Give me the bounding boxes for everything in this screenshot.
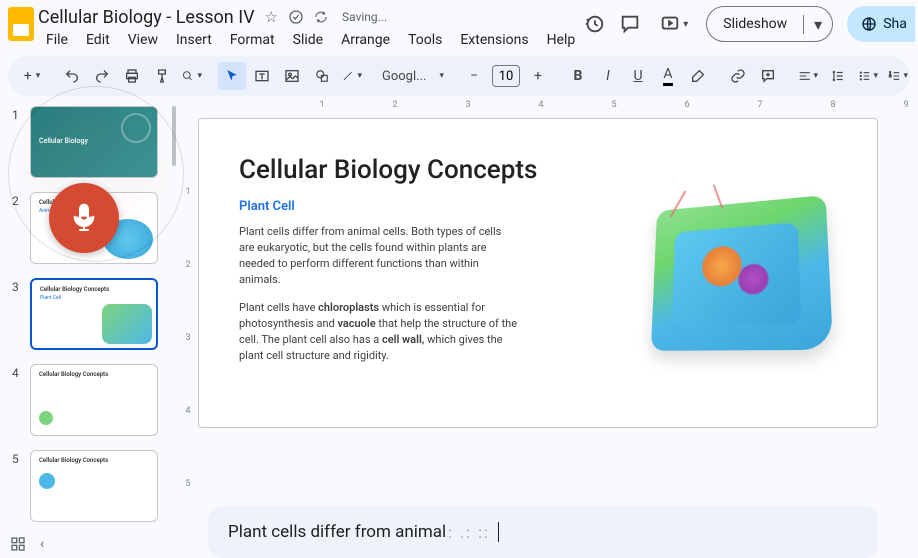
ruler-vertical: 1 2 3 4 5 [178, 96, 198, 558]
redo-button[interactable] [88, 62, 116, 90]
font-size-input[interactable] [492, 65, 520, 87]
text-color-button[interactable]: A [654, 62, 682, 90]
svg-text:2: 2 [889, 73, 892, 78]
menu-help[interactable]: Help [539, 30, 584, 50]
paint-format-button[interactable] [148, 62, 176, 90]
link-button[interactable] [724, 62, 752, 90]
undo-button[interactable] [58, 62, 86, 90]
voice-input-button[interactable] [49, 183, 119, 253]
align-button[interactable]: ▾ [794, 62, 822, 90]
line-spacing-button[interactable] [824, 62, 852, 90]
slide-paragraph-2[interactable]: Plant cells have chloroplasts which is e… [239, 300, 519, 364]
menu-tools[interactable]: Tools [400, 30, 450, 50]
zoom-button[interactable]: ▾ [178, 62, 206, 90]
slideshow-button: Slideshow ▾ [706, 6, 833, 42]
new-slide-button[interactable]: +▾ [18, 62, 46, 90]
font-family-select[interactable]: Googl...▾ [378, 62, 448, 90]
toolbar: +▾ ▾ ▾ Googl...▾ − + B I U A ▾ ▾ 12▾ ⋮ [8, 56, 910, 96]
menu-format[interactable]: Format [222, 30, 283, 50]
thumb-number: 2 [12, 192, 22, 208]
slide-thumb-3[interactable]: Cellular Biology ConceptsPlant Cell [30, 278, 158, 350]
save-status: Saving... [342, 10, 387, 24]
thumb-number: 1 [12, 106, 22, 122]
canvas-area[interactable]: Cellular Biology Concepts Plant Cell Pla… [198, 114, 910, 496]
font-size-increase[interactable]: + [524, 62, 552, 90]
share-button[interactable]: Sha [847, 6, 915, 42]
select-tool[interactable] [218, 62, 246, 90]
slide-thumb-5[interactable]: Cellular Biology Concepts [30, 450, 158, 522]
bulleted-list-button[interactable]: ▾ [854, 62, 882, 90]
more-tools-button[interactable]: ⋮ [914, 62, 918, 90]
title-area: Cellular Biology - Lesson IV ☆ Saving...… [38, 6, 583, 50]
grid-view-icon[interactable] [10, 536, 26, 552]
bottom-bar: ‹ [10, 536, 44, 552]
plant-cell-image[interactable] [637, 179, 847, 379]
line-tool[interactable]: ▾ [338, 62, 366, 90]
thumb-number: 3 [12, 278, 22, 294]
caption-pending: : .: :: [448, 523, 490, 542]
caption-cursor [498, 522, 499, 542]
textbox-tool[interactable] [248, 62, 276, 90]
add-comment-button[interactable] [754, 62, 782, 90]
image-tool[interactable] [278, 62, 306, 90]
menu-bar: File Edit View Insert Format Slide Arran… [38, 30, 583, 50]
menu-edit[interactable]: Edit [78, 30, 118, 50]
thumb-number: 4 [12, 364, 22, 380]
print-button[interactable] [118, 62, 146, 90]
menu-insert[interactable]: Insert [168, 30, 220, 50]
shape-tool[interactable] [308, 62, 336, 90]
numbered-list-button[interactable]: 12▾ [884, 62, 912, 90]
menu-slide[interactable]: Slide [285, 30, 331, 50]
caption-text: Plant cells differ from animal [228, 522, 446, 542]
highlight-button[interactable] [684, 62, 712, 90]
document-title[interactable]: Cellular Biology - Lesson IV [38, 7, 255, 28]
share-label: Sha [883, 16, 907, 32]
menu-view[interactable]: View [120, 30, 166, 50]
app-logo[interactable] [8, 6, 34, 42]
microphone-icon [68, 202, 100, 234]
present-icon[interactable]: ▾ [655, 13, 692, 35]
star-icon[interactable]: ☆ [265, 8, 278, 26]
slide-panel: 1 Cellular Biology 2 Cellular Biology Co… [0, 96, 178, 558]
menu-extensions[interactable]: Extensions [452, 30, 536, 50]
font-size-decrease[interactable]: − [460, 62, 488, 90]
slide-paragraph-1[interactable]: Plant cells differ from animal cells. Bo… [239, 224, 519, 288]
bold-button[interactable]: B [564, 62, 592, 90]
menu-file[interactable]: File [38, 30, 76, 50]
italic-button[interactable]: I [594, 62, 622, 90]
history-icon[interactable] [583, 13, 605, 35]
thumb-number: 5 [12, 450, 22, 466]
slide-thumb-4[interactable]: Cellular Biology Concepts [30, 364, 158, 436]
caption-bar[interactable]: Plant cells differ from animal : .: :: [208, 506, 878, 558]
cloud-status-icon[interactable] [314, 10, 328, 24]
menu-arrange[interactable]: Arrange [333, 30, 398, 50]
move-icon[interactable] [288, 9, 304, 25]
canvas-wrap: 1 2 3 4 5 6 7 8 9 Cellular Biology Conce… [198, 96, 918, 558]
header: Cellular Biology - Lesson IV ☆ Saving...… [0, 0, 918, 52]
slideshow-main[interactable]: Slideshow [707, 16, 803, 32]
globe-icon [861, 16, 877, 32]
underline-button[interactable]: U [624, 62, 652, 90]
ruler-horizontal: 1 2 3 4 5 6 7 8 9 [198, 96, 910, 114]
collapse-panel-icon[interactable]: ‹ [40, 536, 44, 552]
slideshow-dropdown[interactable]: ▾ [803, 15, 832, 34]
slide-canvas[interactable]: Cellular Biology Concepts Plant Cell Pla… [198, 118, 878, 428]
main-area: 1 Cellular Biology 2 Cellular Biology Co… [0, 96, 918, 558]
comment-icon[interactable] [619, 13, 641, 35]
slide-thumb-1[interactable]: Cellular Biology [30, 106, 158, 178]
header-right: ▾ Slideshow ▾ Sha [583, 6, 915, 42]
panel-scrollbar[interactable] [172, 106, 176, 166]
font-size-control: − + [460, 62, 552, 90]
